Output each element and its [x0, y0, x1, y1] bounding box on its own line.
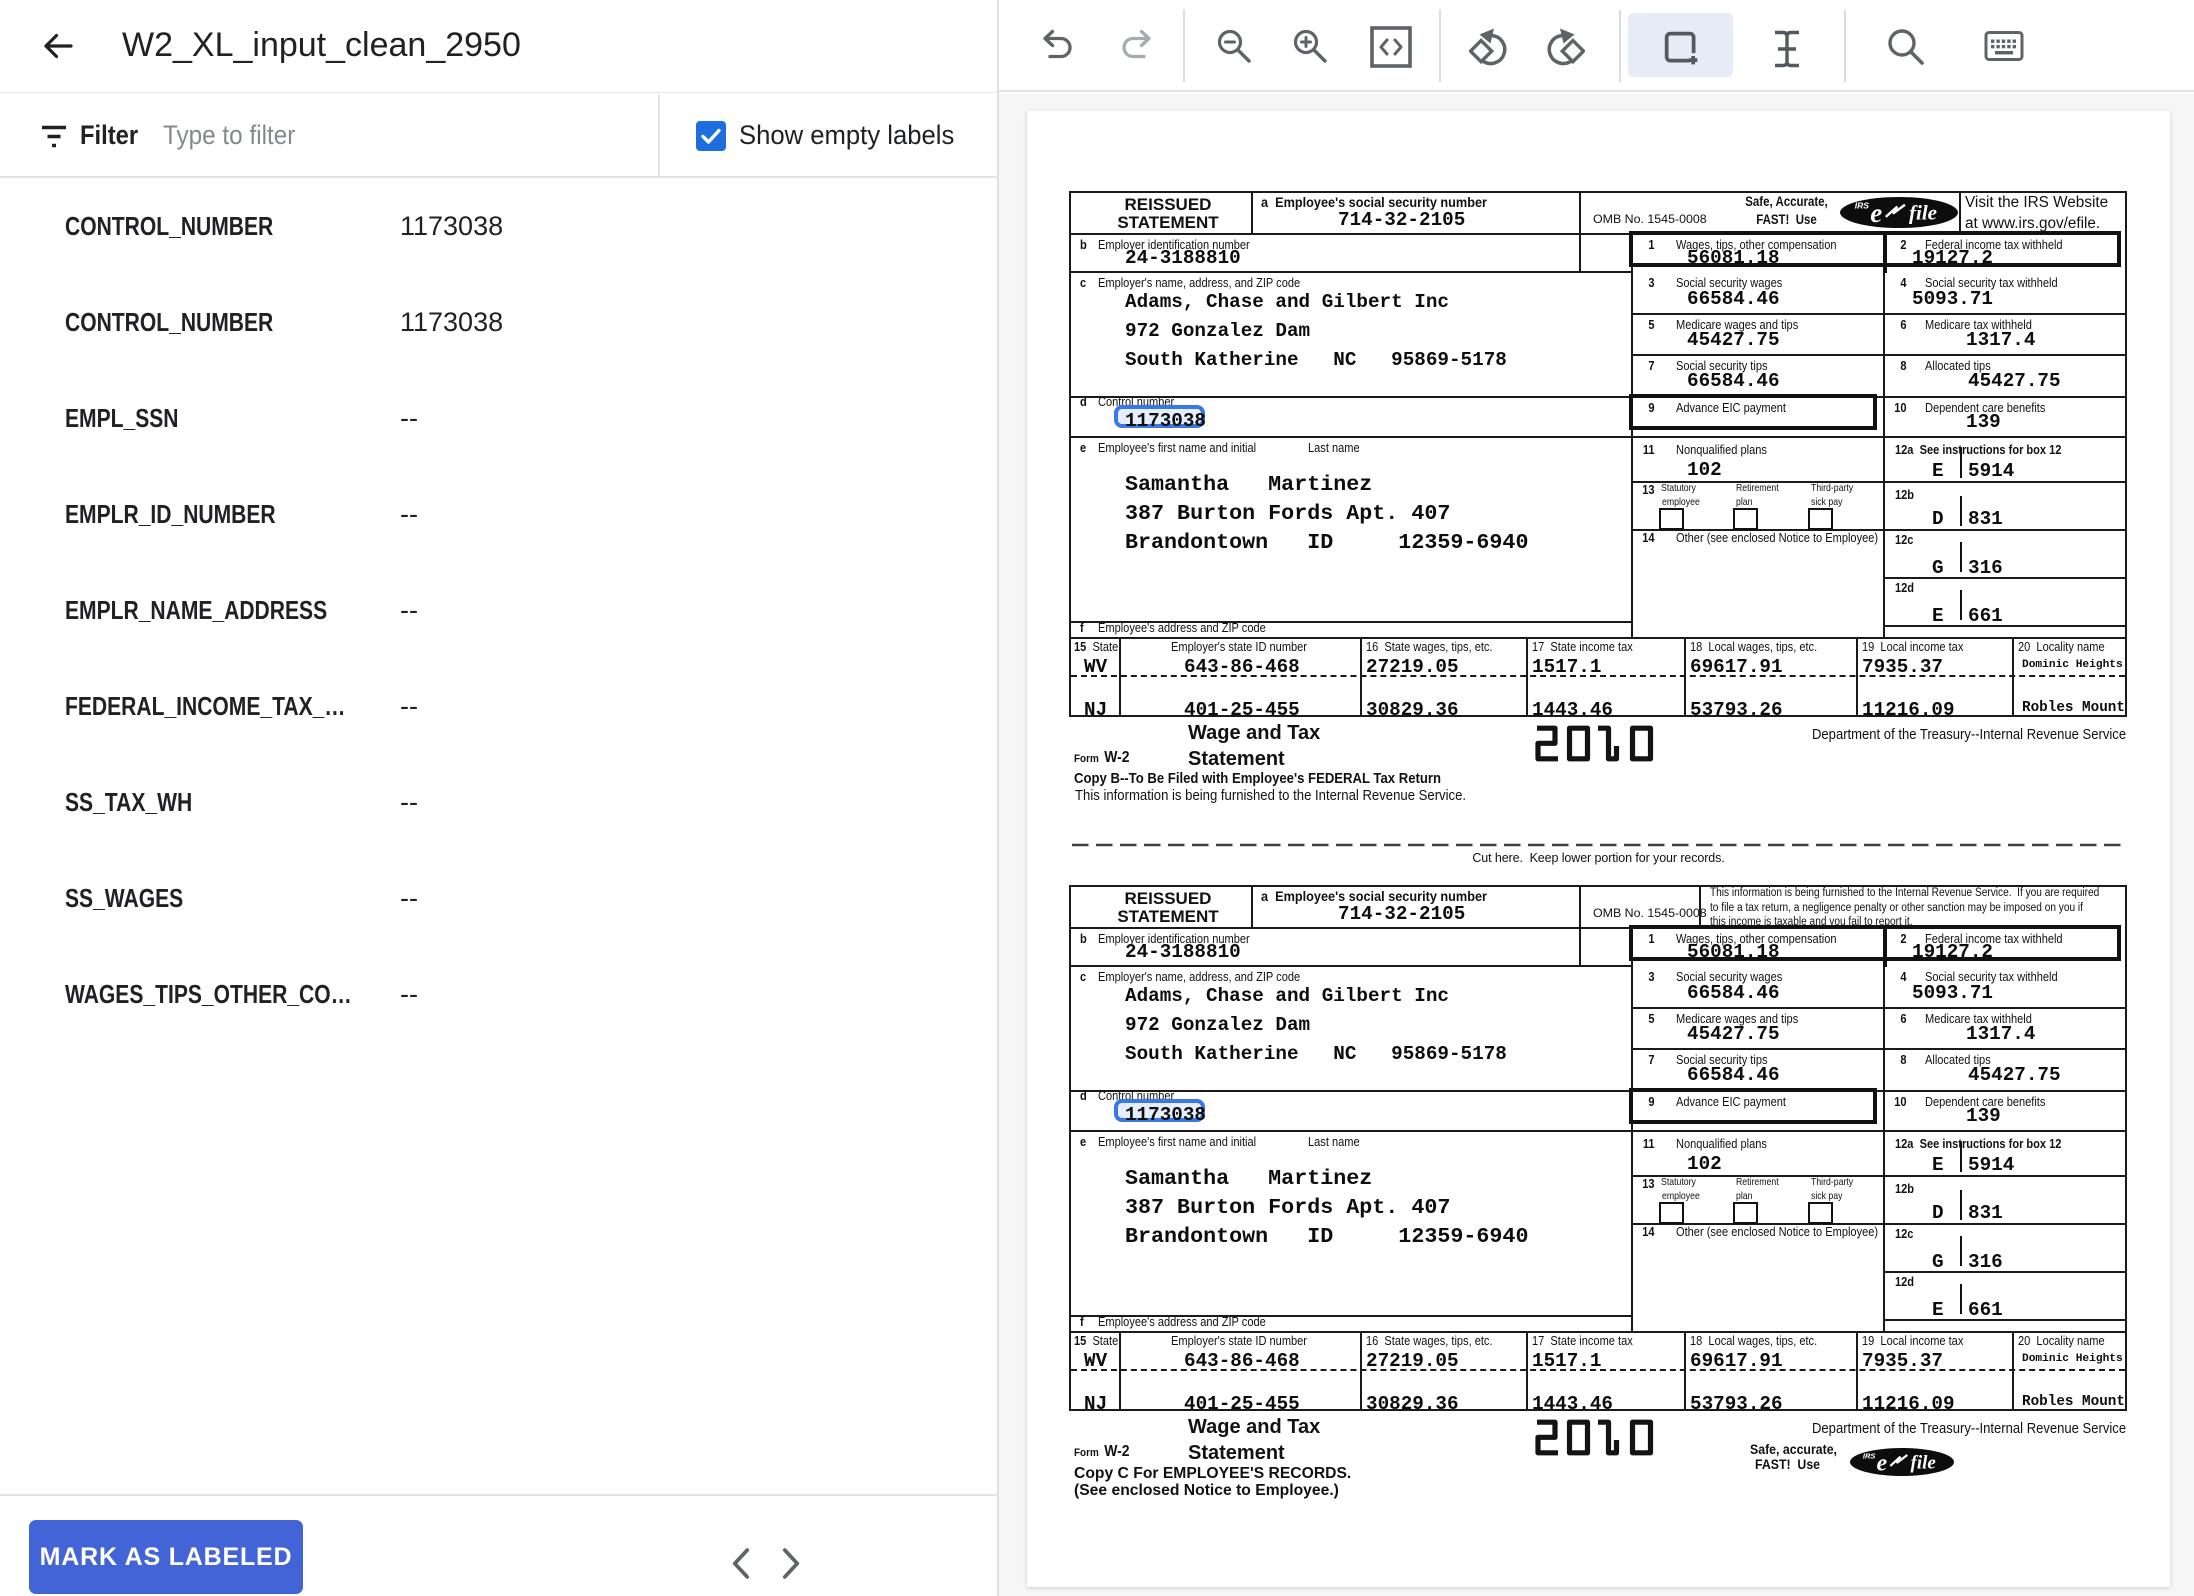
svg-text:IRS: IRS — [1855, 200, 1870, 210]
svg-text:file: file — [1909, 200, 1937, 224]
svg-text:IRS: IRS — [1863, 1452, 1876, 1461]
svg-text:file: file — [1911, 1452, 1937, 1473]
svg-text:e: e — [1870, 198, 1882, 228]
svg-text:e: e — [1877, 1451, 1888, 1477]
